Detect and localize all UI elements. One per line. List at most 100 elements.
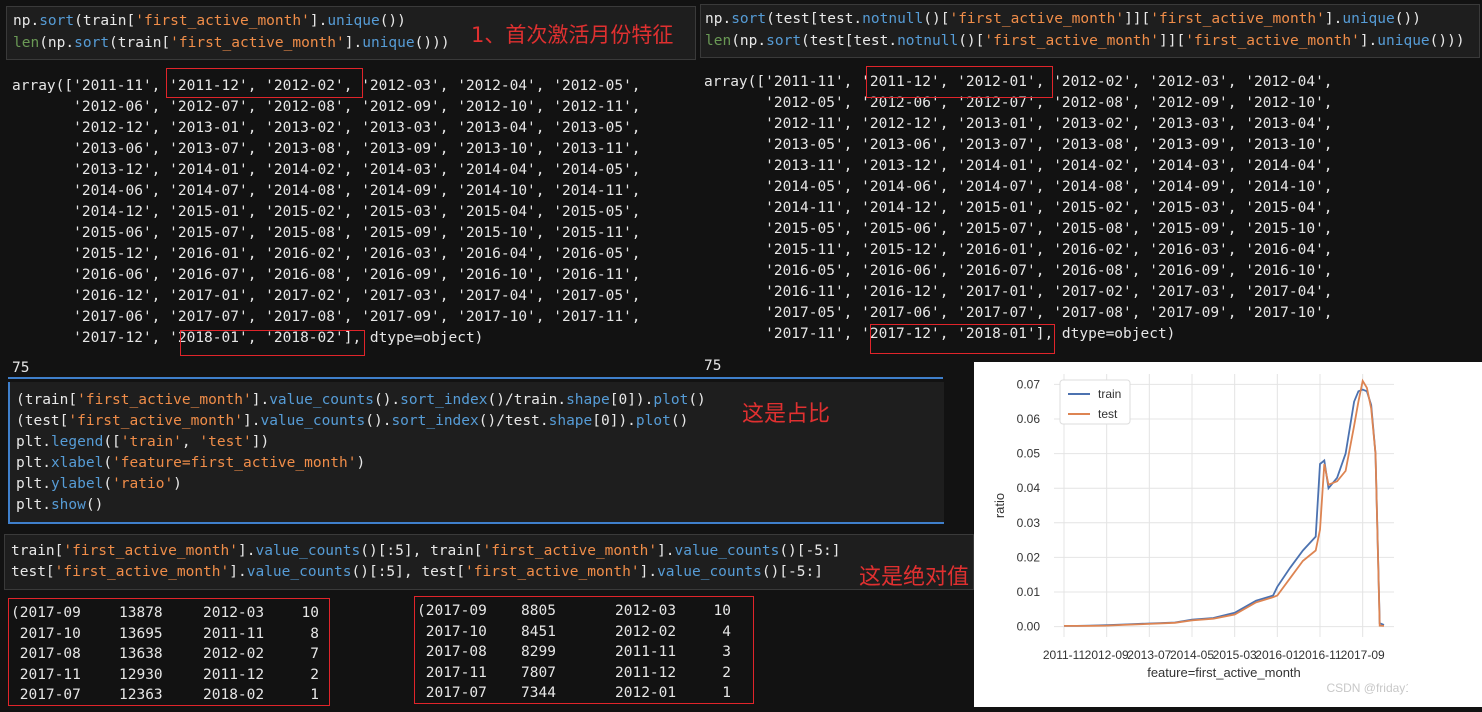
y-tick-label: 0.02	[1017, 550, 1041, 564]
code-token: (test[test.	[766, 11, 863, 27]
train-output-line: '2016-06', '2016-07', '2016-08', '2016-0…	[12, 267, 641, 283]
train-code-cell[interactable]: np.sort(train['first_active_month'].uniq…	[6, 6, 696, 60]
code-token: 'first_active_month'	[135, 13, 310, 29]
table-cell: 8451	[521, 623, 556, 640]
train-output-line: '2012-06', '2012-07', '2012-08', '2012-0…	[12, 99, 641, 115]
table-cell: 2017-11	[417, 664, 487, 681]
table-cell: 13638	[119, 646, 163, 662]
test-output-line: '2013-05', '2013-06', '2013-07', '2013-0…	[704, 137, 1333, 153]
test-code-line-1: np.sort(test[test.notnull()['first_activ…	[705, 9, 1421, 30]
x-tick-label: 2011-11	[1043, 648, 1086, 662]
plot-code-lines: (train['first_active_month'].value_count…	[16, 390, 706, 516]
table-cell: 8	[310, 625, 319, 642]
code-token: ()))	[1429, 33, 1465, 49]
train-output: array(['2011-11', '2011-12', '2012-02', …	[12, 76, 692, 356]
y-tick-label: 0.03	[1017, 516, 1041, 530]
table-cell: 2018-02	[203, 687, 265, 703]
test-output-line: '2015-05', '2015-06', '2015-07', '2015-0…	[704, 221, 1333, 237]
code-token: ]][	[1124, 11, 1151, 27]
code-token: unique	[1377, 33, 1430, 49]
code-token: 'first_active_month'	[1150, 11, 1325, 27]
code-token: sort	[766, 33, 802, 49]
train-code-line-2: len(np.sort(train['first_active_month'].…	[13, 33, 450, 54]
train-output-line: '2015-12', '2016-01', '2016-02', '2016-0…	[12, 246, 641, 262]
table-cell: 10	[301, 605, 319, 621]
train-count: 75	[12, 360, 30, 376]
train-highlight-first	[166, 68, 363, 98]
table-cell: 2012-02	[203, 646, 265, 662]
test-output-lines: array(['2011-11', '2011-12', '2012-01', …	[704, 72, 1479, 345]
code-token: len	[13, 35, 40, 51]
test-counts-table: (2017-09 8805 2012-03 10 2017-10 8451 2012-02…	[414, 596, 754, 704]
plot-code-cell[interactable]: (train['first_active_month'].value_count…	[8, 382, 944, 524]
table-cell: 2017-08	[11, 646, 81, 662]
table-cell: 2017-10	[417, 623, 487, 640]
code-token: ()[	[923, 11, 950, 27]
table-cell: 2017-07	[417, 685, 487, 701]
plot-code-line: plt.show()	[16, 497, 104, 513]
watermark: CSDN @friday1203	[1326, 681, 1408, 695]
x-tick-label: 2012-09	[1085, 648, 1129, 662]
code-token: (np.	[39, 35, 75, 51]
code-token: sort	[39, 13, 75, 29]
plot-code-line: (test['first_active_month'].value_counts…	[16, 413, 689, 429]
test-code-line-2: len(np.sort(test[test.notnull()['first_a…	[705, 31, 1465, 52]
x-tick-label: 2015-03	[1213, 648, 1257, 662]
plot-annotation: 这是占比	[742, 402, 831, 427]
code-token: ].	[1359, 33, 1378, 49]
test-output-line: '2017-05', '2017-06', '2017-07', '2017-0…	[704, 305, 1333, 321]
test-output-line: '2016-11', '2016-12', '2017-01', '2017-0…	[704, 284, 1333, 300]
table-cell: 2011-12	[203, 666, 265, 683]
y-tick-label: 0.01	[1017, 585, 1041, 599]
ratio-chart: 0.00 0.01 0.02 0.03 0.04 0.05 0.06 0.07 2011-11 2…	[974, 362, 1432, 707]
counts-annotation: 这是绝对值	[859, 565, 970, 590]
code-token: notnull	[897, 33, 959, 49]
table-cell: 8805	[521, 603, 556, 619]
table-cell: 1	[310, 687, 319, 703]
y-tick-label: 0.04	[1017, 481, 1041, 495]
counts-code-line: test['first_active_month'].value_counts(…	[11, 564, 823, 580]
table-cell: 1	[722, 685, 731, 701]
code-token: ()))	[414, 35, 450, 51]
table-cell: 2017-11	[11, 666, 81, 683]
table-cell: 2017-10	[11, 625, 81, 642]
train-output-lines: array(['2011-11', '2011-12', '2012-02', …	[12, 76, 692, 349]
x-tick-label: 2014-05	[1170, 648, 1214, 662]
code-token: sort	[74, 35, 110, 51]
x-tick-label: 2016-01	[1255, 648, 1299, 662]
legend-label: train	[1098, 387, 1121, 401]
test-code-cell[interactable]: np. sort (test[test. notnull ()[ 'first_activ…	[700, 4, 1480, 58]
table-cell: 13695	[119, 625, 163, 642]
code-token: unique	[1342, 11, 1395, 27]
table-cell: 2017-07	[11, 687, 81, 703]
table-cell: 8299	[521, 644, 556, 660]
chart-svg: 0.000.010.020.030.040.050.060.072011-11 2…	[992, 374, 1432, 695]
chart-right-panel	[1451, 362, 1482, 707]
code-token: 'first_active_month'	[984, 33, 1159, 49]
train-output-line: '2013-06', '2013-07', '2013-08', '2013-0…	[12, 141, 641, 157]
test-output-line: '2014-05', '2014-06', '2014-07', '2014-0…	[704, 179, 1333, 195]
chart-left-border	[990, 362, 991, 707]
table-cell: 2	[722, 664, 731, 681]
table-cell: (2017-09	[417, 603, 487, 619]
code-token: unique	[362, 35, 415, 51]
table-cell: 2012-02	[615, 623, 677, 640]
y-axis-label: ratio	[992, 493, 1007, 518]
counts-code-cell[interactable]: train['first_active_month'].value_counts…	[4, 534, 974, 590]
x-axis-label: feature=first_active_month	[1147, 665, 1301, 680]
x-tick-label: 2013-07	[1127, 648, 1171, 662]
legend-label: test	[1098, 407, 1118, 421]
code-token: (train[	[109, 35, 171, 51]
code-token: np.	[705, 11, 732, 27]
cell-separator	[8, 377, 943, 379]
table-cell: 2012-03	[203, 605, 265, 621]
test-output-line: '2016-05', '2016-06', '2016-07', '2016-0…	[704, 263, 1333, 279]
train-counts-table: (2017-09 13878 2012-03 10 2017-10 13695 2011-…	[8, 598, 330, 706]
train-output-line: '2014-12', '2015-01', '2015-02', '2015-0…	[12, 204, 641, 220]
train-output-line: '2012-12', '2013-01', '2013-02', '2013-0…	[12, 120, 641, 136]
test-highlight-last	[870, 324, 1055, 354]
table-cell: 2017-08	[417, 644, 487, 660]
test-output-line: '2015-11', '2015-12', '2016-01', '2016-0…	[704, 242, 1333, 258]
plot-code-line: plt.xlabel('feature=first_active_month')	[16, 455, 366, 471]
code-token: np.	[13, 13, 40, 29]
